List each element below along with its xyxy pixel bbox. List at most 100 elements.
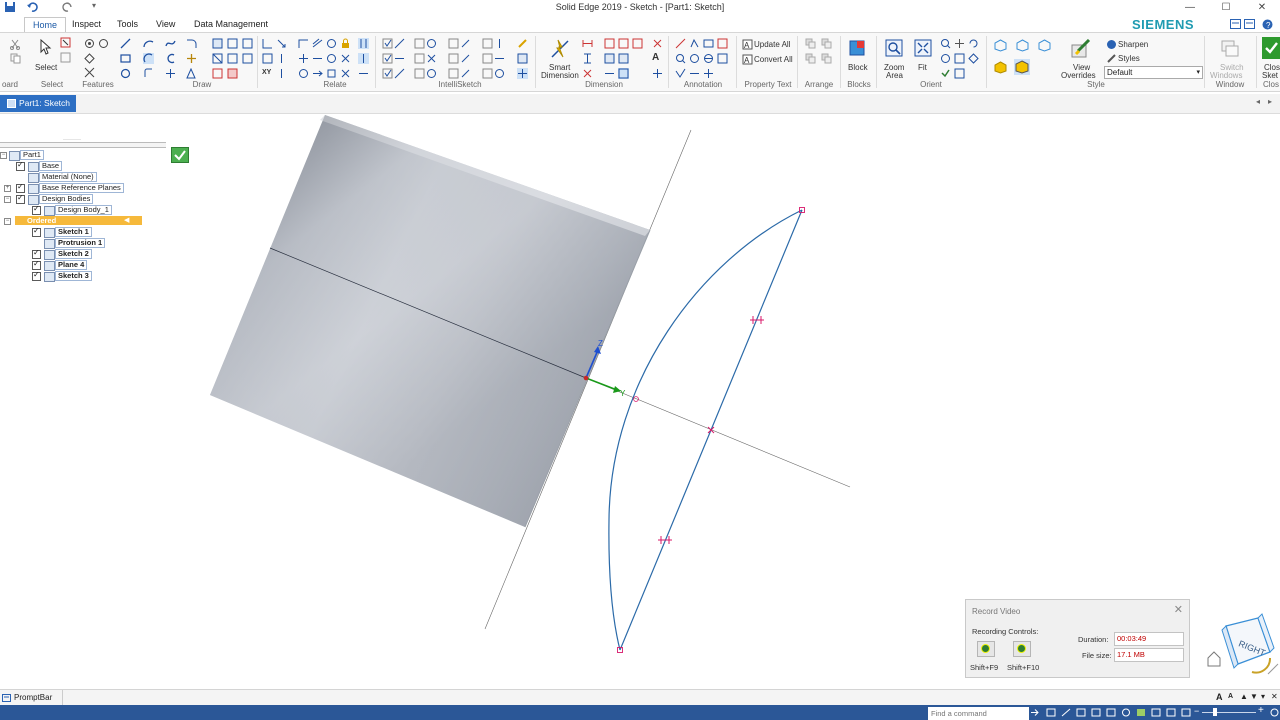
intellisketch-icon-13[interactable] [448,38,459,49]
intellisketch-icon-5[interactable] [382,68,393,79]
tree-item-design-body-1[interactable]: Design Body_1 [0,204,160,216]
view-cube-icon-3[interactable] [1038,39,1051,52]
status-icon-3[interactable] [1076,708,1086,717]
intellisketch-icon-11[interactable] [414,68,425,79]
zoom-area-label-2[interactable]: Area [886,71,903,80]
relate-icon-9[interactable] [312,38,323,49]
tab-data-management[interactable]: Data Management [186,17,276,32]
intellisketch-icon-4[interactable] [394,53,405,64]
arrange-icon-1[interactable] [805,38,816,49]
intellisketch-icon-12[interactable] [426,68,437,79]
rollback-arrow-icon[interactable]: ◀ [124,216,129,225]
status-icon-11[interactable] [1270,708,1279,717]
intellisketch-icon-22[interactable] [494,53,505,64]
midpoint-marker-3[interactable] [707,426,715,434]
zoom-slider[interactable] [1202,712,1256,713]
find-go-icon[interactable] [1030,708,1040,717]
stop-button[interactable] [1013,641,1031,657]
styles-icon[interactable] [1106,53,1117,64]
copy-icon[interactable] [10,53,21,64]
annotation-icon-7[interactable] [703,53,714,64]
help-icon[interactable] [1230,19,1241,29]
relate-icon-18[interactable] [358,53,369,64]
tab-home[interactable]: Home [24,17,67,33]
relate-icon-19[interactable] [358,68,369,79]
checkbox[interactable] [32,226,41,237]
prompt-dropdown-icon[interactable]: ▾ [1261,692,1265,701]
line-icon[interactable] [120,38,131,49]
collapse-icon[interactable]: − [4,196,11,203]
scroll-up-icon[interactable]: ▲ [1240,692,1248,701]
orient-icon-2[interactable] [954,53,965,64]
draw-icon-8[interactable] [227,38,238,49]
arc-3pt-icon[interactable] [143,53,154,64]
switch-windows-label-2[interactable]: Windows [1210,71,1242,80]
dimension-icon-3[interactable] [582,68,593,79]
tree-item-sketch-1[interactable]: Sketch 1 [0,226,160,238]
point-icon[interactable] [165,68,176,79]
intellisketch-icon-6[interactable] [394,68,405,79]
status-icon-7[interactable] [1136,708,1146,717]
checkbox[interactable] [32,204,41,215]
view-overrides-icon[interactable] [1070,39,1092,59]
close-sketch-icon[interactable] [1262,37,1280,59]
pause-button[interactable] [977,641,995,657]
status-icon-5[interactable] [1106,708,1116,717]
prompt-close-icon[interactable]: ✕ [1271,692,1278,701]
font-size-decrease-icon[interactable]: A [1228,693,1233,700]
intellisketch-icon-19[interactable] [482,38,493,49]
dimension-icon-5[interactable] [604,53,615,64]
annotation-icon-2[interactable] [689,38,700,49]
font-size-increase-icon[interactable]: A [1216,692,1223,702]
tree-item-sketch-2[interactable]: Sketch 2 [0,248,160,260]
dimension-icon-7[interactable] [618,38,629,49]
view-cube-icon-2[interactable] [1016,39,1029,52]
intellisketch-icon-25[interactable] [517,38,528,49]
intellisketch-icon-27[interactable] [517,68,528,79]
feature-icon-2[interactable] [98,38,109,49]
annotation-icon-8[interactable] [717,53,728,64]
sharpen-icon[interactable] [1106,39,1117,50]
intellisketch-icon-7[interactable] [414,38,425,49]
dimension-icon-12[interactable] [652,68,663,79]
tree-item-base-reference-planes[interactable]: + Base Reference Planes [0,182,160,194]
block-button[interactable]: Block [848,63,868,72]
orient-icon-3[interactable] [968,53,979,64]
intersection-point[interactable] [633,396,639,402]
relate-icon-2[interactable] [276,38,287,49]
convert-all-button[interactable]: Convert All [754,55,793,64]
view-overrides-label-2[interactable]: Overrides [1061,71,1096,80]
window-list-icon[interactable] [1244,19,1255,29]
checkbox[interactable] [16,193,25,204]
tree-item-material[interactable]: Material (None) [0,172,160,183]
orient-icon-1[interactable] [940,53,951,64]
relate-icon-16[interactable] [340,68,351,79]
tree-item-ordered[interactable]: − Ordered ◀ [0,216,160,226]
hatch-icon[interactable] [227,68,238,79]
annotation-icon-6[interactable] [689,53,700,64]
select-button[interactable]: Select [35,63,57,72]
sharpen-button[interactable]: Sharpen [1118,40,1148,49]
relate-icon-13[interactable] [326,53,337,64]
relate-icon-12[interactable] [326,38,337,49]
relate-xy-label[interactable]: XY [262,69,271,76]
sketch-arc[interactable] [608,209,803,651]
dimension-icon-1[interactable] [582,38,593,49]
dimension-text-icon[interactable]: A [652,52,659,63]
arrange-icon-2[interactable] [821,38,832,49]
update-all-button[interactable]: Update All [754,40,790,49]
relate-icon-1[interactable] [262,38,273,49]
feature-icon-3[interactable] [84,53,95,64]
block-icon[interactable] [848,39,866,57]
annotation-icon-10[interactable] [689,68,700,79]
annotation-icon-1[interactable] [675,38,686,49]
intellisketch-icon-8[interactable] [426,38,437,49]
relate-icon-8[interactable] [298,68,309,79]
draw-icon-7[interactable] [212,68,223,79]
orient-icon-4[interactable] [940,68,951,79]
zoom-in-icon[interactable]: + [1258,705,1264,716]
switch-windows-icon[interactable] [1220,39,1240,59]
trim-icon[interactable] [143,68,154,79]
intellisketch-icon-2[interactable] [394,38,405,49]
dimension-icon-6[interactable] [604,68,615,79]
